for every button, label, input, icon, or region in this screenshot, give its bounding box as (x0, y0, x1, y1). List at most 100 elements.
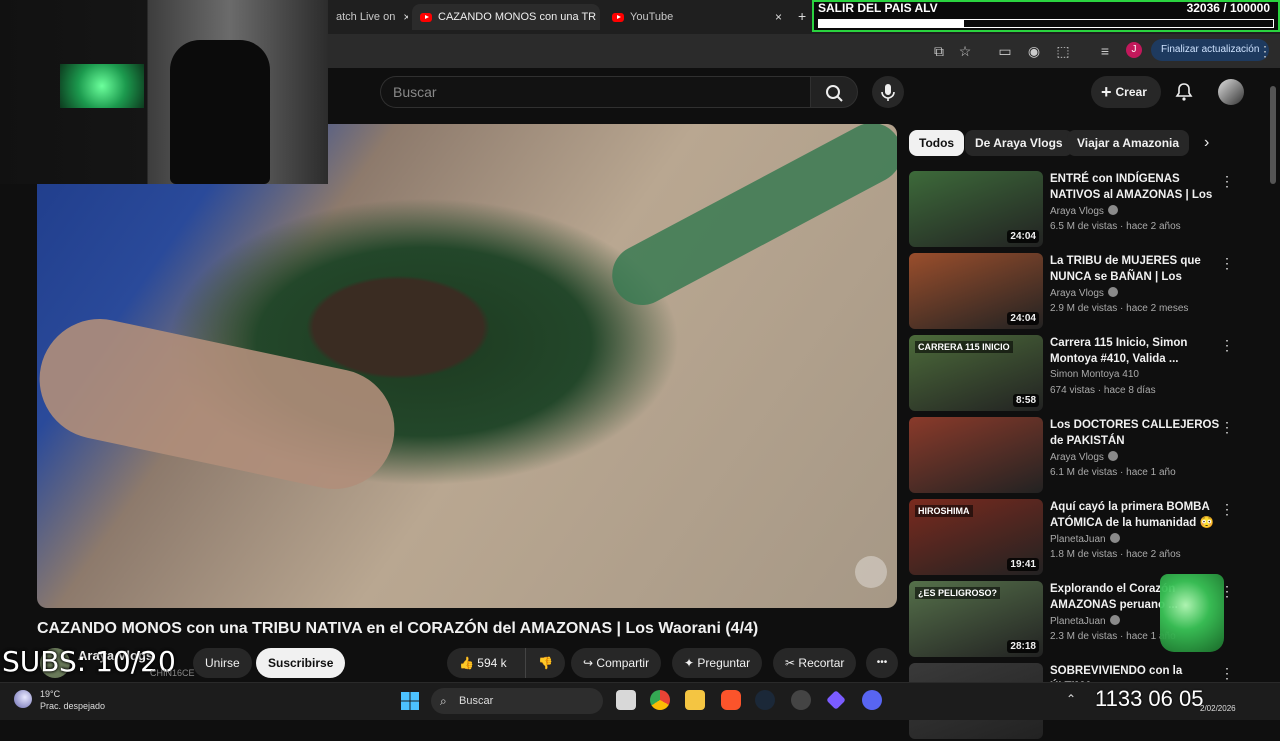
scrollbar-thumb[interactable] (1270, 86, 1276, 184)
close-icon[interactable]: × (395, 10, 408, 24)
discord-icon[interactable] (862, 690, 882, 710)
recommendation-item[interactable]: 8:58 CARRERA 115 INICIO Carrera 115 Inicio… (909, 335, 1269, 413)
recommendation-item[interactable]: 24:04 La TRIBU de MUJERES que NUNCA se BA… (909, 253, 1269, 331)
profile-avatar[interactable]: J (1126, 42, 1142, 58)
recommendation-channel[interactable]: PlanetaJuan (1050, 533, 1120, 545)
reading-list-icon[interactable]: ≡ (1096, 42, 1114, 60)
weather-desc: Prac. despejado (40, 701, 106, 711)
chevron-up-icon[interactable]: ⌃ (1066, 692, 1076, 706)
video-thumbnail[interactable] (909, 417, 1043, 493)
more-options-icon[interactable]: ⋮ (1220, 337, 1234, 354)
video-frame-leaf (601, 124, 897, 316)
task-view-icon[interactable] (616, 690, 636, 710)
verified-icon (1107, 451, 1118, 461)
like-button[interactable]: 👍 594 k (447, 648, 525, 678)
video-player[interactable] (37, 124, 897, 608)
tab-current-video[interactable]: CAZANDO MONOS con una TR × (412, 4, 600, 30)
date-small[interactable]: 2/02/2026 (1200, 704, 1236, 713)
tab-youtube[interactable]: YouTube × (604, 4, 790, 30)
puzzle-icon[interactable]: ⬚ (1054, 42, 1072, 60)
share-button[interactable]: ↪ Compartir (571, 648, 662, 678)
recommendation-channel[interactable]: Araya Vlogs (1050, 205, 1118, 217)
recommendation-title[interactable]: Aquí cayó la primera BOMBA ATÓMICA de la… (1050, 499, 1220, 531)
extension-icon[interactable]: ◉ (1025, 42, 1043, 60)
recommendation-item[interactable]: 24:04 ENTRÉ con INDÍGENAS NATIVOS al AMAZ… (909, 171, 1269, 249)
video-thumbnail[interactable]: 24:04 (909, 253, 1043, 329)
verified-icon (1107, 287, 1118, 297)
search-button[interactable] (810, 76, 858, 108)
bookmark-star-icon[interactable]: ☆ (956, 42, 974, 60)
duration-badge: 24:04 (1007, 312, 1039, 325)
more-actions-button[interactable]: ••• (866, 648, 898, 678)
menu-icon[interactable]: ⋮ (1256, 42, 1274, 60)
like-count: 594 k (477, 656, 507, 670)
webcam-monitor-glow (60, 64, 144, 108)
clock-overlay: 1133 06 05 (1095, 686, 1204, 711)
video-thumbnail[interactable]: 8:58 CARRERA 115 INICIO (909, 335, 1043, 411)
recommendation-title[interactable]: Los DOCTORES CALLEJEROS de PAKISTÁN (1050, 417, 1220, 449)
tab-label: YouTube (630, 11, 674, 23)
weather-moon-icon[interactable] (14, 690, 32, 708)
account-avatar[interactable] (1218, 79, 1244, 105)
channel-name: PlanetaJuan (1050, 534, 1106, 545)
more-options-icon[interactable]: ⋮ (1220, 665, 1234, 682)
ask-button[interactable]: ✦ Preguntar (672, 648, 763, 678)
install-app-icon[interactable]: ⧉ (930, 42, 948, 60)
clip-button[interactable]: ✂ Recortar (773, 648, 857, 678)
steam-icon[interactable] (755, 690, 775, 710)
dislike-button[interactable]: 👎 (525, 648, 565, 678)
duration-badge: 19:41 (1007, 558, 1039, 571)
verified-icon (1107, 205, 1118, 215)
recommendation-item[interactable]: 19:41 HIROSHIMA Aquí cayó la primera BOMBA… (909, 499, 1269, 577)
search-input[interactable]: Buscar (380, 76, 810, 108)
video-thumbnail[interactable]: 19:41 HIROSHIMA (909, 499, 1043, 575)
recommendation-title[interactable]: ENTRÉ con INDÍGENAS NATIVOS al AMAZONAS … (1050, 171, 1220, 203)
app-icon[interactable] (791, 690, 811, 710)
recommendation-channel[interactable]: Araya Vlogs (1050, 287, 1118, 299)
recommendation-channel[interactable]: Araya Vlogs (1050, 451, 1118, 463)
video-thumbnail[interactable]: 28:18 ¿ES PELIGROSO? (909, 581, 1043, 657)
recommendation-title[interactable]: La TRIBU de MUJERES que NUNCA se BAÑAN |… (1050, 253, 1220, 285)
brave-icon[interactable] (721, 690, 741, 710)
channel-watermark-icon[interactable] (855, 556, 887, 588)
channel-name: Araya Vlogs (1050, 452, 1104, 463)
close-icon[interactable]: × (767, 10, 782, 24)
chip-all[interactable]: Todos (909, 130, 965, 156)
recommendation-channel[interactable]: Simon Montoya 410 (1050, 369, 1139, 380)
close-icon[interactable]: × (596, 10, 600, 24)
video-thumbnail[interactable]: 24:04 (909, 171, 1043, 247)
screen-icon[interactable]: ▭ (996, 42, 1014, 60)
decorative-cup-overlay (1160, 574, 1224, 652)
windows-start-icon[interactable] (400, 691, 420, 711)
clip-label: Recortar (798, 656, 845, 670)
chrome-icon[interactable] (650, 690, 670, 710)
file-explorer-icon[interactable] (685, 690, 705, 710)
recommendation-title[interactable]: Carrera 115 Inicio, Simon Montoya #410, … (1050, 335, 1220, 367)
chip-from-channel[interactable]: De Araya Vlogs (965, 130, 1073, 156)
update-button[interactable]: Finalizar actualización (1151, 39, 1270, 61)
more-options-icon[interactable]: ⋮ (1220, 501, 1234, 518)
create-button[interactable]: + Crear (1091, 76, 1161, 108)
goal-title: SALIR DEL PAIS ALV (818, 1, 938, 15)
tab-twitch[interactable]: atch Live on × (328, 4, 408, 30)
chip-travel-amazonia[interactable]: Viajar a Amazonia (1067, 130, 1190, 156)
subscribe-button[interactable]: Suscribirse (256, 648, 346, 678)
verified-icon (1109, 533, 1120, 543)
channel-name: PlanetaJuan (1050, 616, 1106, 627)
chevron-right-icon[interactable]: › (1204, 134, 1209, 152)
windows-taskbar (0, 682, 1280, 720)
new-tab-button[interactable]: + (798, 8, 806, 24)
voice-search-button[interactable] (872, 76, 904, 108)
weather-widget[interactable]: 19°C Prac. despejado (40, 688, 105, 712)
recommendation-channel[interactable]: PlanetaJuan (1050, 615, 1120, 627)
more-options-icon[interactable]: ⋮ (1220, 255, 1234, 272)
recommendation-item[interactable]: Los DOCTORES CALLEJEROS de PAKISTÁN Araya… (909, 417, 1269, 495)
share-icon: ↪ (583, 656, 594, 670)
more-options-icon[interactable]: ⋮ (1220, 173, 1234, 190)
thumb-up-icon: 👍 (459, 656, 474, 670)
plus-icon: + (1101, 82, 1112, 102)
bell-icon[interactable] (1174, 82, 1194, 102)
join-button[interactable]: Unirse (193, 648, 252, 678)
more-options-icon[interactable]: ⋮ (1220, 419, 1234, 436)
taskbar-search[interactable]: ⌕ Buscar (431, 688, 603, 714)
